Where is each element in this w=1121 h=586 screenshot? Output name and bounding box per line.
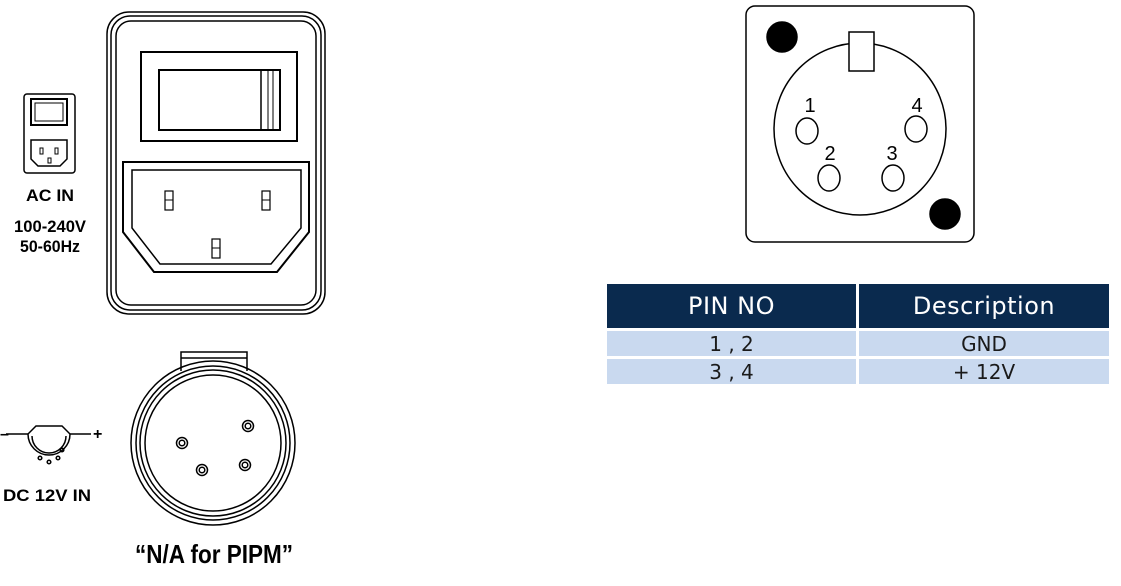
dc-minus-symbol: – [0, 426, 9, 443]
dc-inlet-small-icon [6, 425, 91, 465]
xlr-pin-2-label: 2 [824, 143, 835, 165]
dc-connector-large-drawing [130, 351, 296, 526]
xlr-pin-1-label: 1 [804, 95, 815, 117]
ac-inlet-large-drawing [106, 11, 326, 315]
pin-table: PIN NO Description 1 , 2 GND 3 , 4 + 12V [607, 284, 1109, 384]
pin-no-cell: 1 , 2 [607, 328, 856, 356]
xlr-pin-4-label: 4 [911, 95, 922, 117]
table-row: 1 , 2 GND [607, 328, 1109, 356]
ac-frequency-label: 50-60Hz [20, 237, 80, 256]
pin-no-cell: 3 , 4 [607, 356, 856, 384]
xlr-pin-3-label: 3 [886, 143, 897, 165]
table-row: 3 , 4 + 12V [607, 356, 1109, 384]
na-for-pipm-note: “N/A for PIPM” [135, 539, 293, 569]
pin-table-header-row: PIN NO Description [607, 284, 1109, 328]
description-header: Description [856, 284, 1109, 328]
ac-in-label: AC IN [26, 186, 74, 205]
dc-plus-symbol: + [93, 426, 102, 443]
dc-in-label: DC 12V IN [3, 486, 91, 505]
description-cell: GND [856, 328, 1109, 356]
description-cell: + 12V [856, 356, 1109, 384]
ac-inlet-small-icon [23, 93, 76, 174]
pin-no-header: PIN NO [607, 284, 856, 328]
xlr-connector-drawing [745, 5, 975, 243]
ac-voltage-label: 100-240V [14, 217, 87, 236]
